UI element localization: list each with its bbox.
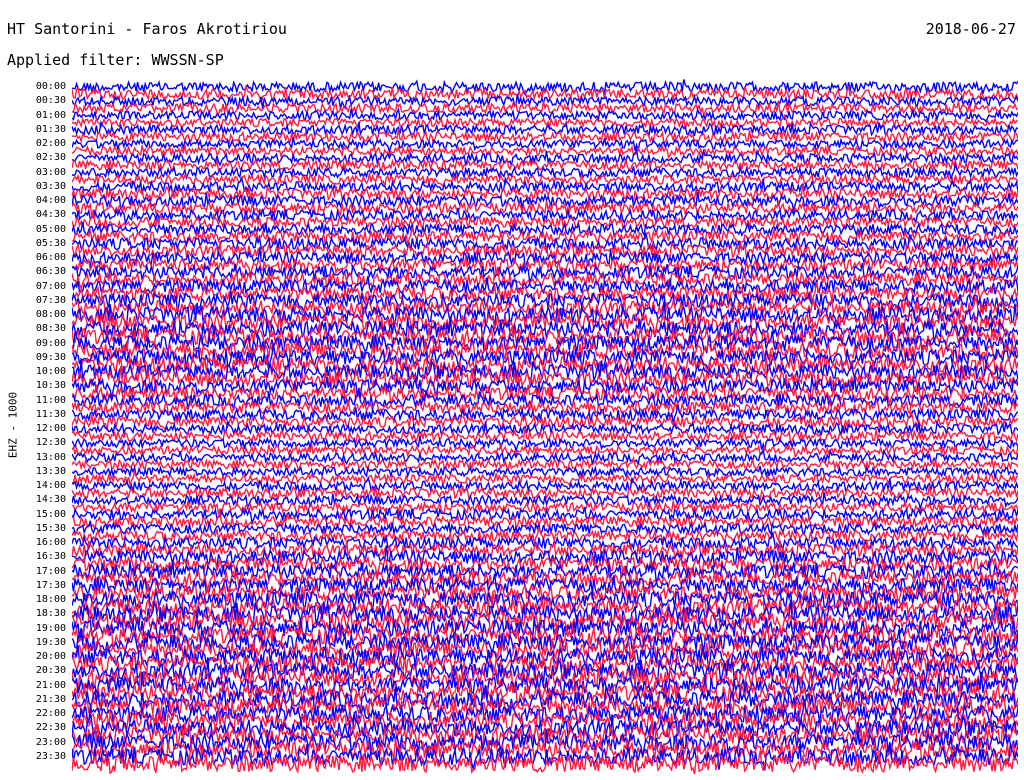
time-label: 20:30	[35, 665, 66, 677]
time-label: 13:00	[35, 451, 66, 463]
time-label: 00:30	[35, 95, 66, 107]
time-label: 05:00	[35, 223, 66, 235]
time-label: 15:30	[35, 522, 66, 534]
time-label: 17:00	[35, 565, 66, 577]
time-label: 19:00	[35, 622, 66, 634]
time-label: 01:30	[35, 123, 66, 135]
time-label: 04:30	[35, 209, 66, 221]
time-label: 10:00	[35, 366, 66, 377]
time-label: 08:30	[35, 323, 66, 335]
time-label: 01:00	[35, 109, 66, 121]
time-label: 23:30	[35, 750, 66, 762]
time-label: 20:00	[35, 651, 66, 662]
time-label: 07:30	[35, 294, 66, 306]
time-label: 23:00	[35, 736, 66, 748]
time-label: 19:30	[35, 636, 66, 648]
time-label: 15:00	[35, 508, 66, 520]
time-label: 14:00	[35, 480, 66, 491]
time-label: 18:30	[35, 608, 66, 620]
time-label: 02:30	[35, 152, 66, 164]
time-label: 08:00	[35, 309, 66, 320]
time-label: 06:30	[35, 266, 66, 278]
time-label: 06:00	[35, 252, 66, 263]
time-label: 18:00	[35, 594, 66, 605]
time-label: 11:30	[35, 408, 66, 420]
time-label: 09:30	[35, 351, 66, 363]
time-axis: 00:00 00:30 01:00 01:30 02:00 02:30 03:00 03:30…	[0, 0, 66, 780]
time-label: 13:30	[35, 465, 66, 477]
time-label: 02:00	[35, 138, 66, 149]
time-label: 04:00	[35, 195, 66, 206]
date-label: 2018-06-27	[925, 20, 1016, 38]
time-label: 05:30	[35, 237, 66, 249]
time-label: 03:30	[35, 180, 66, 192]
time-label: 16:00	[35, 537, 66, 548]
time-label: 12:30	[35, 437, 66, 449]
time-label: 12:00	[35, 423, 66, 434]
trace-line	[72, 221, 1018, 238]
trace-line	[72, 247, 1018, 268]
time-label: 14:30	[35, 494, 66, 506]
time-label: 17:30	[35, 579, 66, 591]
time-label: 09:00	[35, 337, 66, 349]
seismogram-plot	[72, 79, 1018, 775]
time-label: 07:00	[35, 280, 66, 292]
time-label: 03:00	[35, 166, 66, 178]
time-label: 22:30	[35, 722, 66, 734]
time-label: 16:30	[35, 551, 66, 563]
time-label: 22:00	[35, 708, 66, 719]
time-label: 21:00	[35, 679, 66, 691]
time-label: 11:00	[35, 394, 66, 406]
trace-line	[72, 291, 1018, 314]
time-label: 10:30	[35, 380, 66, 392]
trace-line	[72, 255, 1018, 276]
time-label: 00:00	[35, 81, 66, 92]
time-label: 21:30	[35, 693, 66, 705]
